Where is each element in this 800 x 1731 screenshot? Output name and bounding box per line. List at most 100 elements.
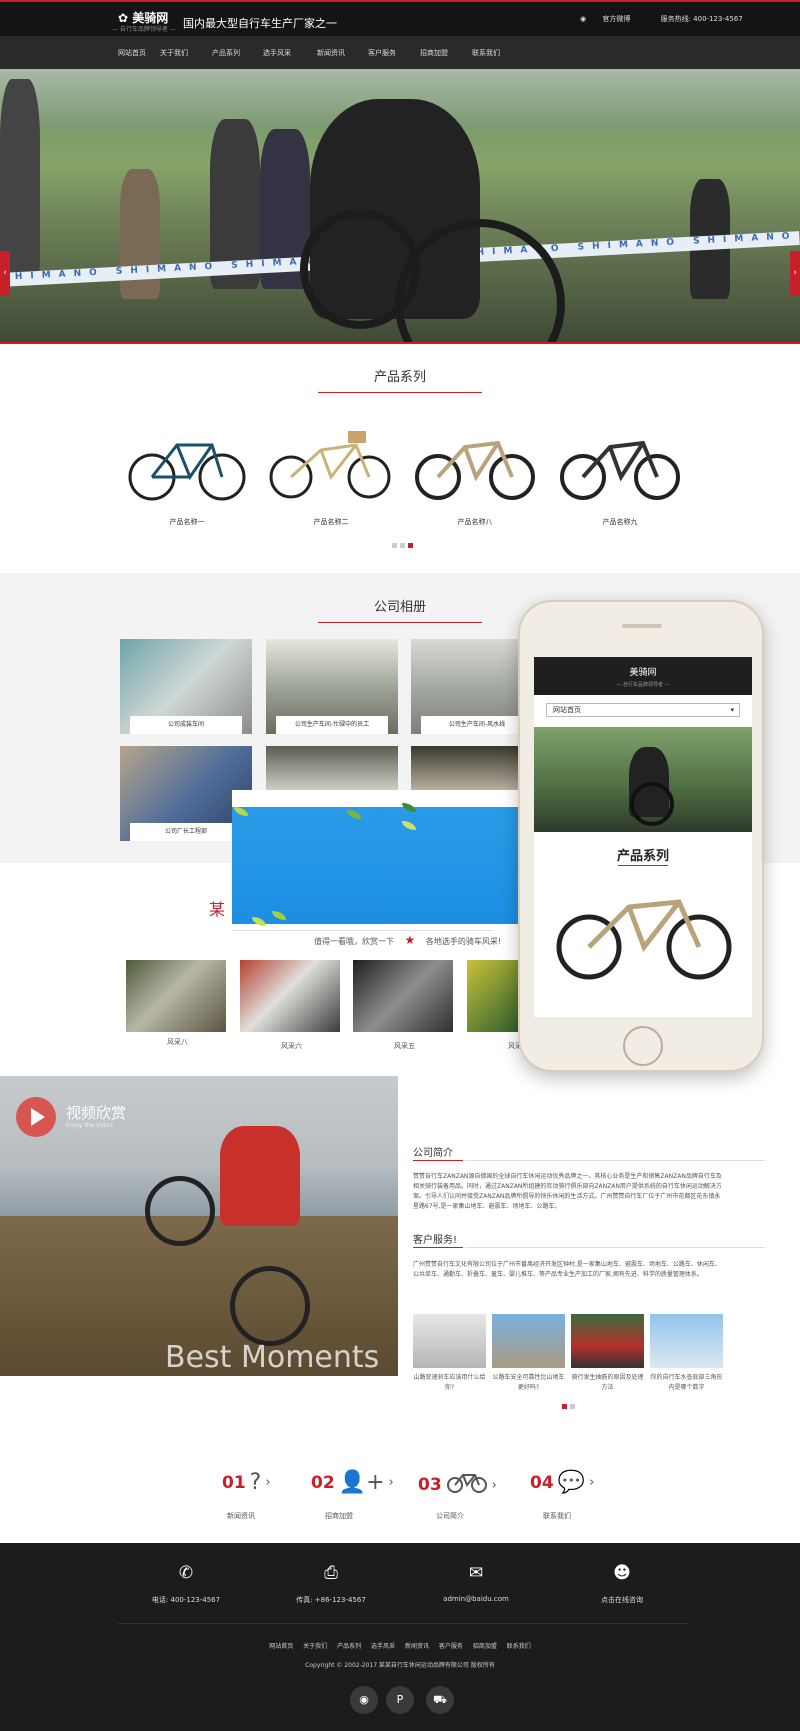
product-card[interactable]: 产品名称八 (410, 425, 540, 527)
riders-divider (232, 930, 494, 931)
step-join[interactable]: 02 👤+ › (311, 1470, 394, 1495)
footer-link[interactable]: 招商加盟 (473, 1643, 497, 1650)
video-overlay-text: Best Moments (165, 1340, 380, 1375)
rider-photo[interactable] (353, 960, 453, 1032)
step-about[interactable]: 03 › (418, 1470, 497, 1500)
products-pagination (392, 543, 413, 548)
bike-wheel (230, 1266, 310, 1346)
hero-prev-arrow[interactable]: ‹ (0, 251, 10, 295)
footer-divider (118, 1623, 688, 1624)
riders-intro: 值得一看哦，欣赏一下 ★ 各地选手的骑车风采! (314, 933, 502, 947)
video-subtitle: Enjoy the Video (66, 1122, 113, 1129)
photo-image (240, 960, 340, 1032)
nav-item-riders[interactable]: 选手风采 (263, 48, 291, 58)
photo-image (266, 746, 398, 790)
pagination-dot[interactable] (570, 1404, 575, 1409)
step-label: 招商加盟 (325, 1512, 353, 1520)
printer-icon: ⎙ (324, 1563, 338, 1583)
album-photo[interactable]: 公司成装车间 (120, 639, 252, 734)
step-label: 新闻资讯 (227, 1512, 255, 1520)
hotline: 服务热线: 400-123-4567 (660, 15, 743, 23)
mobile-logo-subtitle: — 自行车品牌领导者 — (616, 682, 670, 688)
news-pagination (562, 1404, 575, 1409)
product-card[interactable]: 产品名称二 (266, 425, 396, 527)
photo-caption: 公司生产车间-忙碌中的员工 (276, 716, 388, 734)
pagination-dot-active[interactable] (562, 1404, 567, 1409)
divider (465, 1160, 765, 1161)
rider-photo[interactable] (467, 960, 519, 1032)
top-links: ◉ 官方微博 服务热线: 400-123-4567 (580, 14, 757, 24)
nav-item-service[interactable]: 客户服务 (368, 48, 396, 58)
product-name: 产品名称九 (602, 518, 638, 526)
photo-caption: 公司厂长工程部 (130, 823, 242, 841)
product-card[interactable]: 产品名称九 (555, 425, 685, 527)
phone-home-button (623, 1026, 663, 1066)
product-image (555, 425, 685, 505)
rider-photo[interactable] (240, 960, 340, 1032)
news-thumb[interactable] (571, 1314, 644, 1368)
product-name: 产品名称八 (457, 518, 493, 526)
product-card[interactable]: 产品名称一 (122, 425, 252, 527)
leaf-icon (272, 911, 286, 920)
play-icon[interactable] (16, 1097, 56, 1137)
footer-link[interactable]: 网站首页 (269, 1643, 293, 1650)
album-photo[interactable] (266, 746, 398, 790)
news-thumb[interactable] (650, 1314, 723, 1368)
weibo-link[interactable]: ◉ 官方微博 (580, 15, 644, 23)
news-caption[interactable]: 公路车安全可靠性比山地车更好吗? (492, 1373, 565, 1393)
nav-item-products[interactable]: 产品系列 (212, 48, 240, 58)
mobile-hero (534, 727, 752, 832)
star-icon: ★ (404, 933, 416, 947)
pagination-dot[interactable] (400, 543, 405, 548)
album-photo[interactable]: 公司生产车间-忙碌中的员工 (266, 639, 398, 734)
album-title-underline (318, 622, 482, 623)
news-caption[interactable]: 你的自行车水壶底部三角形内是哪个数字 (650, 1373, 723, 1393)
rabbit-icon: ✿ (118, 11, 133, 25)
product-name: 产品名称二 (313, 518, 349, 526)
step-news[interactable]: 01 ? › (222, 1470, 271, 1495)
news-thumb[interactable] (413, 1314, 486, 1368)
spectator (0, 79, 40, 279)
footer-link[interactable]: 选手风采 (371, 1643, 395, 1650)
footer-link[interactable]: 客户服务 (439, 1643, 463, 1650)
nav-item-news[interactable]: 新闻资讯 (317, 48, 345, 58)
nav-item-home[interactable]: 网站首页 (118, 48, 146, 58)
footer-qq[interactable]: ☻ 点击在线咨询 (547, 1563, 697, 1605)
photo-caption: 公司生产车间-风水线 (421, 716, 533, 734)
products-title: 产品系列 (373, 370, 426, 385)
riders-title-fragment: 某 (209, 900, 226, 919)
step-contact[interactable]: 04 💬 › (530, 1470, 594, 1495)
footer-link[interactable]: 关于我们 (303, 1643, 327, 1650)
bicycle-icon (446, 1470, 488, 1500)
rider-caption: 风采八 (167, 1038, 188, 1046)
footer-email[interactable]: ✉ admin@baidu.com (401, 1563, 551, 1603)
pagination-dot[interactable] (392, 543, 397, 548)
mobile-title-underline (618, 865, 668, 866)
service-title-underline (413, 1247, 463, 1248)
news-caption[interactable]: 山路变速刹车应该用什么给你? (413, 1373, 486, 1393)
footer-link[interactable]: 新闻资讯 (405, 1643, 429, 1650)
chevron-right-icon: › (388, 1475, 394, 1490)
step-label: 联系我们 (543, 1512, 571, 1520)
cart-icon[interactable]: ⛟ (426, 1686, 454, 1714)
rider-photo[interactable] (126, 960, 226, 1032)
nav-item-contact[interactable]: 联系我们 (472, 48, 500, 58)
weibo-icon[interactable]: ◉ (350, 1686, 378, 1714)
hero-next-arrow[interactable]: › (790, 251, 800, 295)
question-icon: ? (249, 1470, 262, 1495)
mobile-header: 美骑网 — 自行车品牌领导者 — (534, 657, 752, 695)
footer-link[interactable]: 联系我们 (507, 1643, 531, 1650)
pinterest-icon[interactable]: P (386, 1686, 414, 1714)
nav-item-about[interactable]: 关于我们 (160, 48, 188, 58)
news-thumb[interactable] (492, 1314, 565, 1368)
video-section[interactable]: 视频欣赏 Enjoy the Video Best Moments (0, 1076, 398, 1376)
news-caption[interactable]: 骑行发生抽筋的原因及处理方法 (571, 1373, 644, 1393)
pagination-dot-active[interactable] (408, 543, 413, 548)
step-label: 公司简介 (436, 1512, 464, 1520)
mobile-menu-select[interactable]: 网站首页 ▾ (546, 703, 740, 717)
product-image (410, 425, 540, 505)
mobile-products-title: 产品系列 (616, 849, 669, 864)
nav-item-join[interactable]: 招商加盟 (420, 48, 448, 58)
footer-link[interactable]: 产品系列 (337, 1643, 361, 1650)
footer: ✆ 电话: 400-123-4567 ⎙ 传真: +86-123-4567 ✉ … (0, 1543, 800, 1731)
